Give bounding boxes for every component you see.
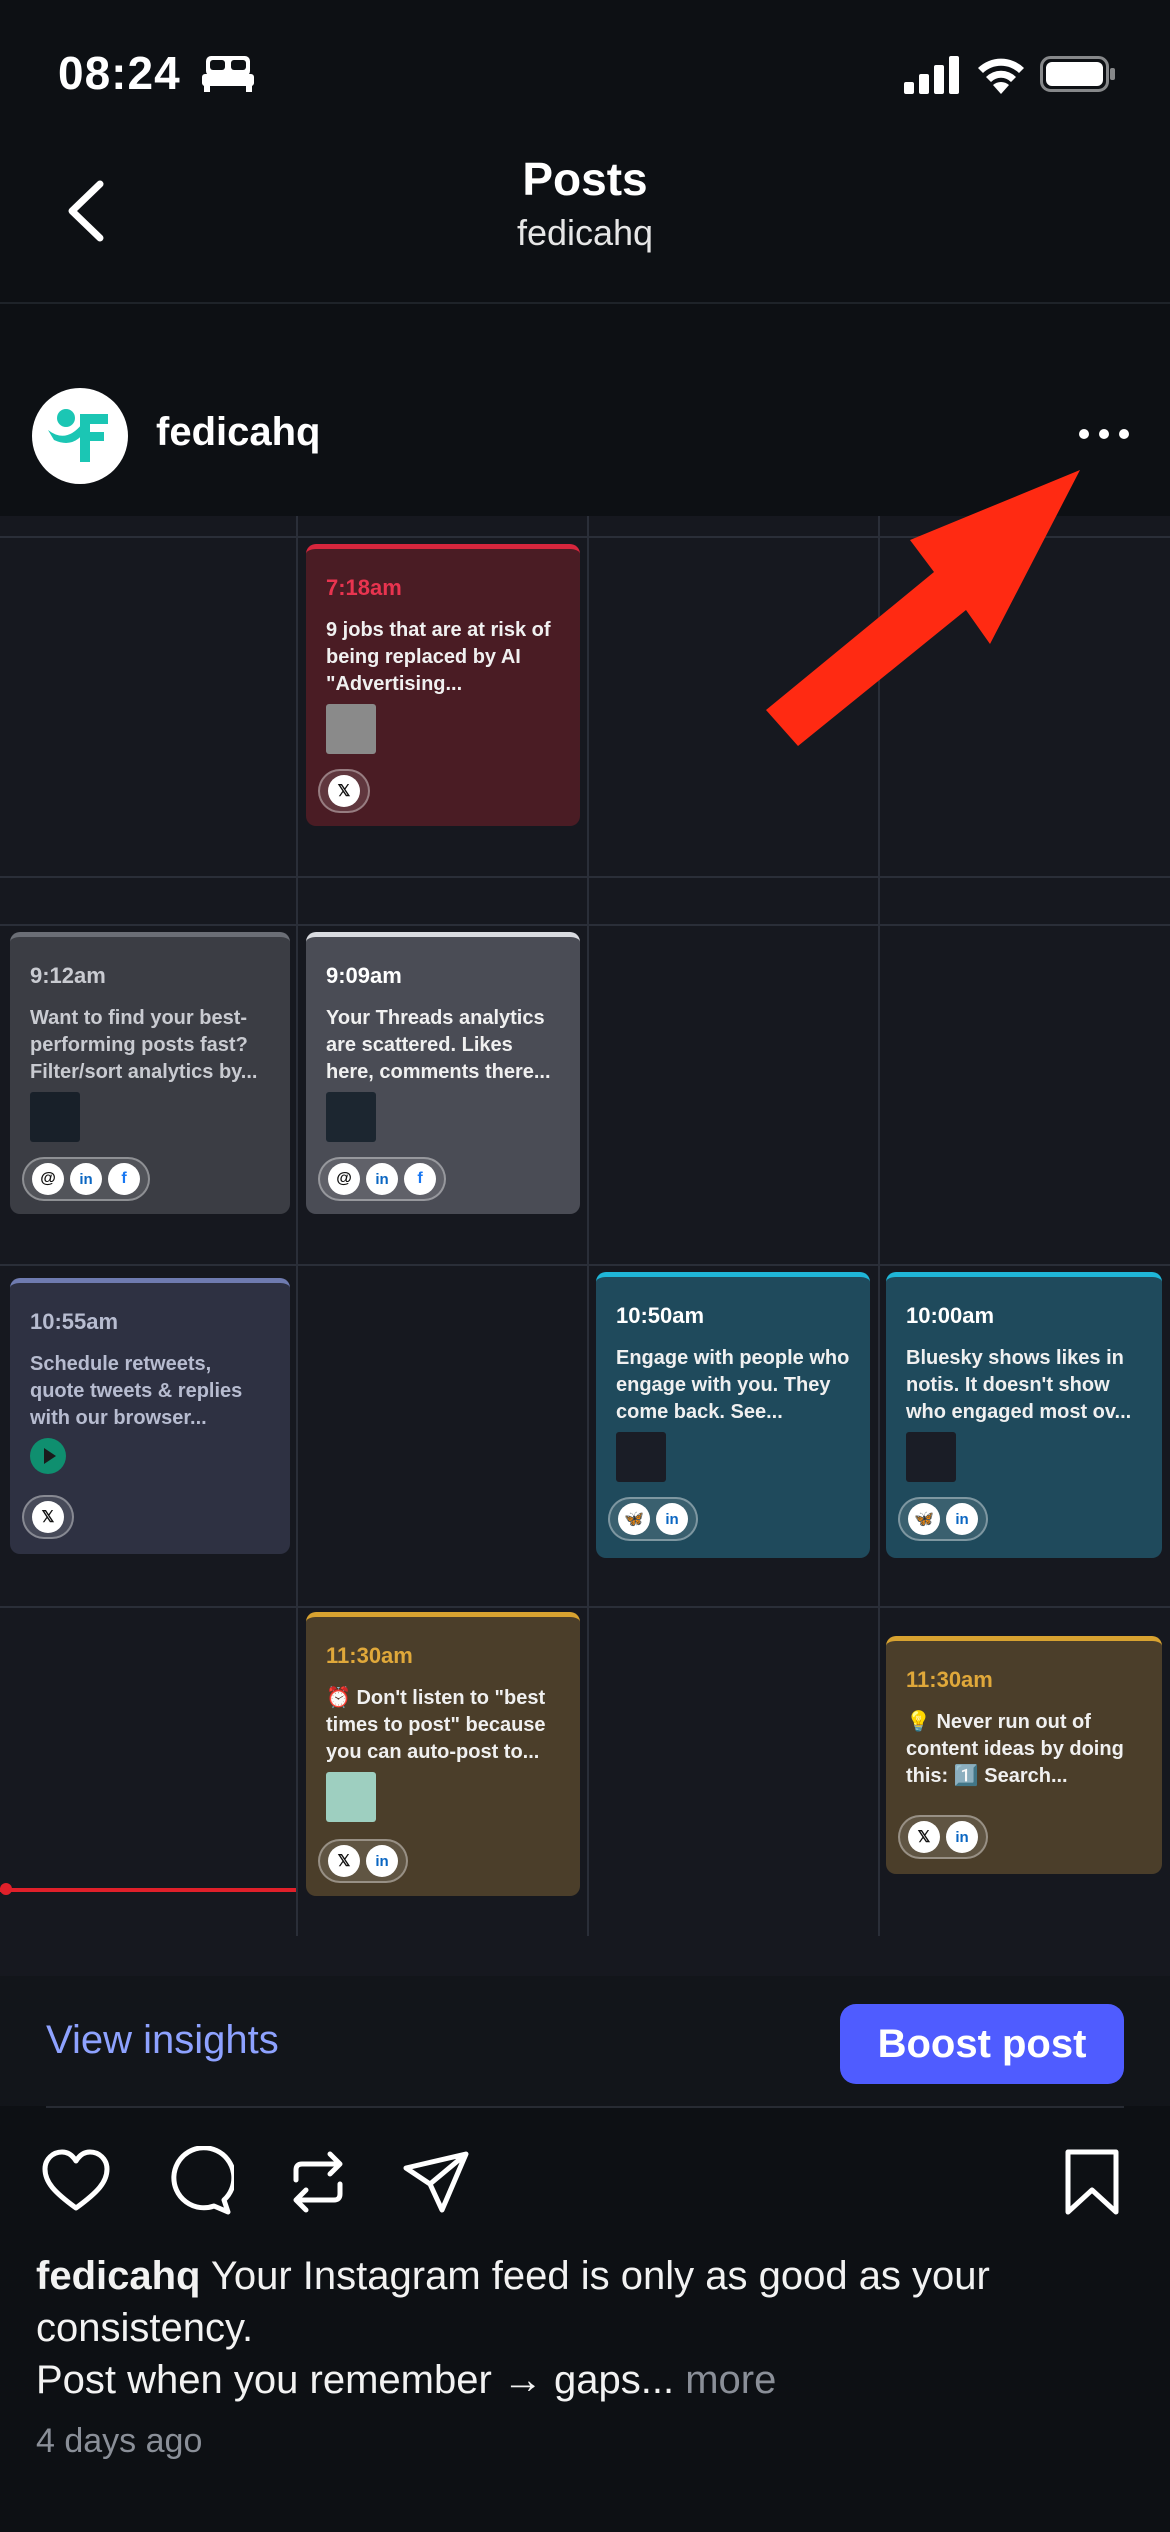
- threads-icon: @: [32, 1163, 64, 1195]
- card-time: 11:30am: [906, 1667, 993, 1692]
- card-time: 10:00am: [906, 1303, 995, 1328]
- grid-line: [0, 924, 1170, 926]
- card-thumbnail: [326, 1092, 376, 1142]
- calendar-card: 7:18am 9 jobs that are at risk of being …: [306, 544, 580, 826]
- page-title: Posts: [522, 153, 648, 205]
- page-subtitle: fedicahq: [516, 212, 654, 253]
- grid-line: [0, 1264, 1170, 1266]
- card-thumbnail: [906, 1432, 956, 1482]
- card-text: Schedule retweets, quote tweets & replie…: [30, 1353, 243, 1429]
- grid-line: [0, 876, 1170, 878]
- post-caption: fedicahq Your Instagram feed is only as …: [36, 2250, 1126, 2406]
- more-dots-icon: [1079, 429, 1129, 439]
- calendar-card: 11:30am 💡 Never run out of content ideas…: [886, 1636, 1162, 1874]
- calendar-card: 9:12am Want to find your best-performing…: [10, 932, 290, 1214]
- battery-icon: [1040, 56, 1116, 97]
- platform-chips: 𝕏 in: [318, 1839, 408, 1883]
- repost-icon: [293, 2151, 343, 2213]
- card-text: Engage with people who engage with you. …: [616, 1347, 850, 1423]
- platform-chips: 🦋 in: [898, 1497, 988, 1541]
- caption-more-link[interactable]: more: [674, 2358, 776, 2402]
- bluesky-icon: 🦋: [618, 1503, 650, 1535]
- card-time: 11:30am: [326, 1643, 413, 1668]
- x-icon: 𝕏: [328, 1845, 360, 1877]
- grid-line: [587, 516, 589, 1936]
- send-icon: [403, 2151, 469, 2213]
- platform-chips: 𝕏 in: [898, 1815, 988, 1859]
- facebook-icon: f: [108, 1163, 140, 1195]
- view-insights-link[interactable]: View insights: [46, 2018, 279, 2063]
- x-icon: 𝕏: [32, 1501, 64, 1533]
- x-icon: 𝕏: [328, 775, 360, 807]
- calendar-card: 11:30am ⏰ Don't listen to "best times to…: [306, 1612, 580, 1896]
- calendar-card: 10:55am Schedule retweets, quote tweets …: [10, 1278, 290, 1554]
- linkedin-icon: in: [366, 1845, 398, 1877]
- save-button[interactable]: [1056, 2146, 1128, 2218]
- boost-post-button[interactable]: Boost post: [840, 2004, 1124, 2084]
- fedica-logo-icon: [48, 409, 108, 462]
- linkedin-icon: in: [656, 1503, 688, 1535]
- comment-button[interactable]: [162, 2145, 237, 2218]
- card-text: ⏰ Don't listen to "best times to post" b…: [326, 1687, 546, 1763]
- more-options-button[interactable]: [1076, 420, 1132, 448]
- card-text: Want to find your best-performing posts …: [30, 1007, 258, 1083]
- header-divider: [0, 302, 1170, 304]
- comment-icon: [171, 2145, 237, 2215]
- caption-username[interactable]: fedicahq: [36, 2254, 200, 2298]
- grid-line: [0, 1606, 1170, 1608]
- platform-chips: 𝕏: [22, 1495, 74, 1539]
- card-text: Bluesky shows likes in notis. It doesn't…: [906, 1347, 1132, 1423]
- share-button[interactable]: [400, 2146, 472, 2218]
- bookmark-icon: [1065, 2149, 1119, 2215]
- bed-icon: [202, 54, 254, 97]
- linkedin-icon: in: [70, 1163, 102, 1195]
- linkedin-icon: in: [366, 1163, 398, 1195]
- card-text: Your Threads analytics are scattered. Li…: [326, 1007, 551, 1083]
- calendar-card: 10:50am Engage with people who engage wi…: [596, 1272, 870, 1558]
- bluesky-icon: 🦋: [908, 1503, 940, 1535]
- platform-chips: 🦋 in: [608, 1497, 698, 1541]
- x-icon: 𝕏: [908, 1821, 940, 1853]
- post-username[interactable]: fedicahq: [156, 410, 320, 455]
- card-time: 10:55am: [30, 1309, 119, 1334]
- card-time: 10:50am: [616, 1303, 705, 1328]
- post-timestamp: 4 days ago: [36, 2422, 203, 2460]
- calendar-card: 10:00am Bluesky shows likes in notis. It…: [886, 1272, 1162, 1558]
- card-time: 7:18am: [326, 575, 402, 600]
- card-thumbnail: [30, 1092, 80, 1142]
- grid-line: [296, 516, 298, 1936]
- current-time-dot: [0, 1883, 12, 1895]
- status-time: 08:24: [58, 47, 181, 99]
- card-thumbnail: [326, 1772, 376, 1822]
- current-time-line: [0, 1888, 296, 1892]
- platform-chips: @ in f: [318, 1157, 446, 1201]
- card-thumbnail: [326, 704, 376, 754]
- platform-chips: 𝕏: [318, 769, 370, 813]
- calendar-card: 9:09am Your Threads analytics are scatte…: [306, 932, 580, 1214]
- wifi-icon: [976, 54, 1026, 99]
- card-text: 9 jobs that are at risk of being replace…: [326, 619, 551, 695]
- like-button[interactable]: [40, 2146, 112, 2218]
- platform-chips: @ in f: [22, 1157, 150, 1201]
- linkedin-icon: in: [946, 1821, 978, 1853]
- heart-icon: [42, 2149, 110, 2211]
- avatar[interactable]: [32, 388, 128, 484]
- threads-icon: @: [328, 1163, 360, 1195]
- card-time: 9:12am: [30, 963, 106, 988]
- card-time: 9:09am: [326, 963, 402, 988]
- actions-divider: [46, 2106, 1124, 2108]
- play-icon: [30, 1438, 66, 1474]
- card-text: 💡 Never run out of content ideas by doin…: [906, 1711, 1124, 1787]
- card-thumbnail: [616, 1432, 666, 1482]
- linkedin-icon: in: [946, 1503, 978, 1535]
- signal-icon: [904, 56, 960, 99]
- annotation-arrow-icon: [760, 462, 1090, 767]
- facebook-icon: f: [404, 1163, 436, 1195]
- repost-button[interactable]: [282, 2146, 354, 2218]
- caption-text-2: Post when you remember → gaps...: [36, 2358, 675, 2402]
